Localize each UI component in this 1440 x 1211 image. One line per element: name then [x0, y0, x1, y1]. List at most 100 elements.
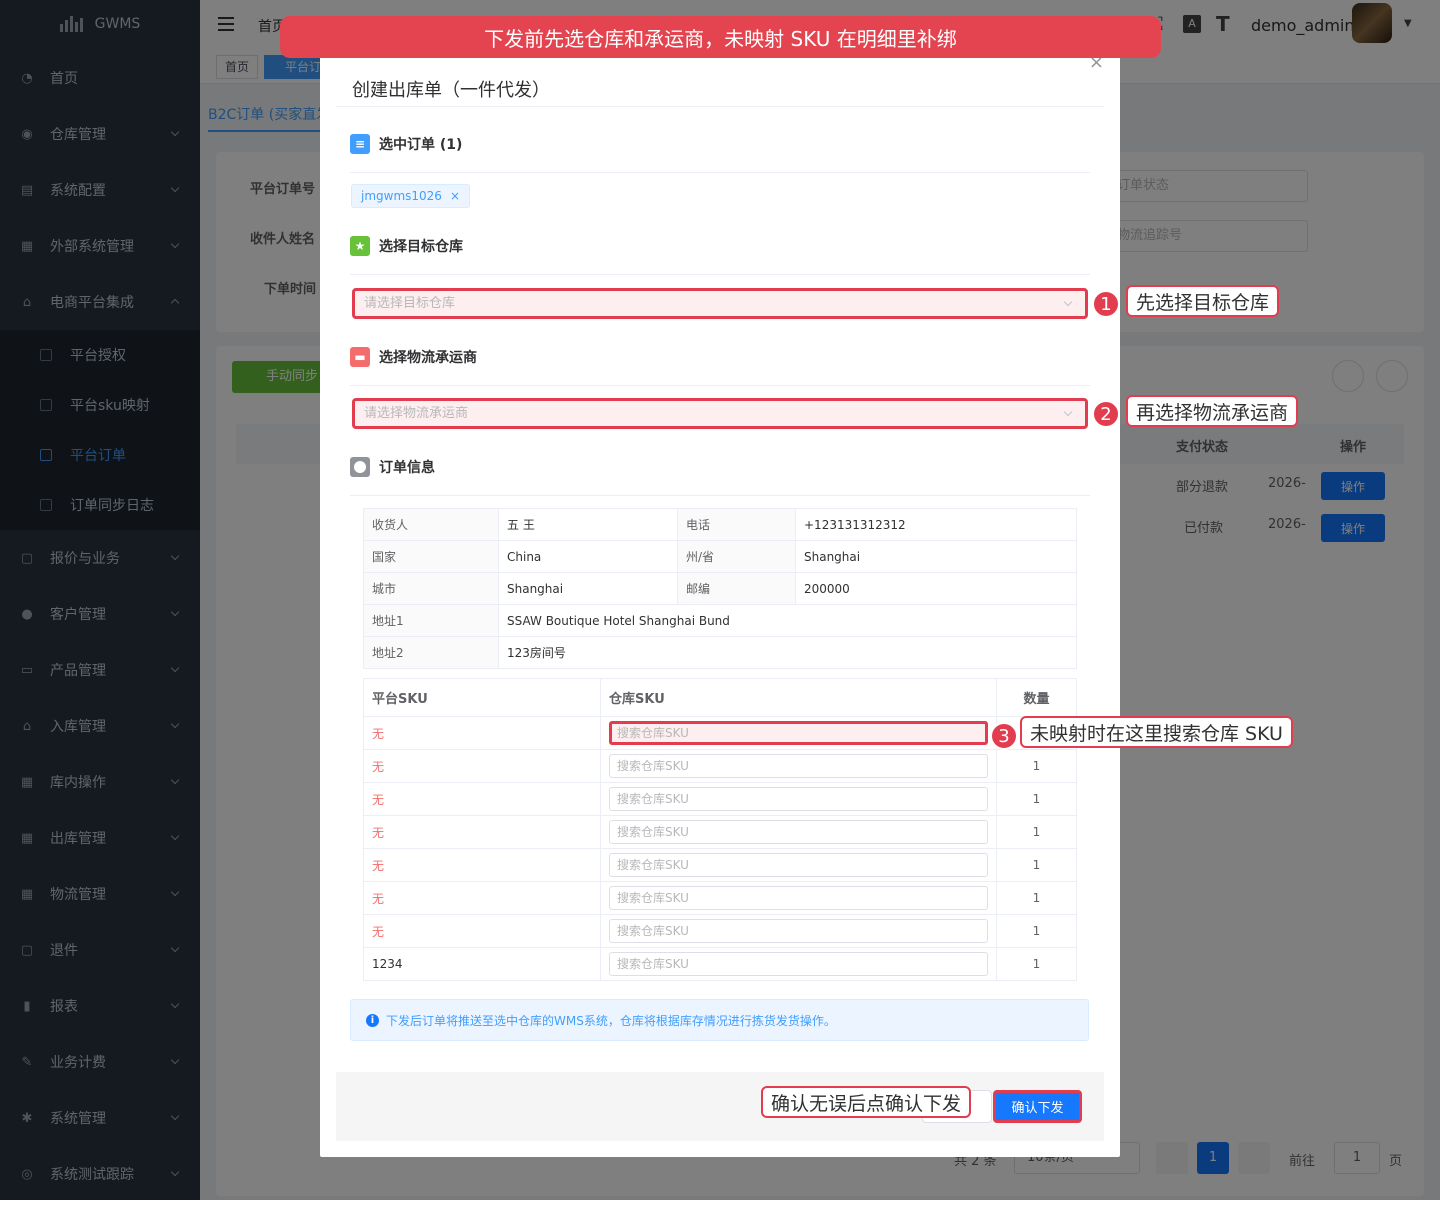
warehouse-sku-placeholder: 搜索仓库SKU: [617, 858, 689, 872]
dispatch-notice: i 下发后订单将推送至选中仓库的WMS系统，仓库将根据库存情况进行拣货发货操作。: [350, 999, 1089, 1041]
chevron-down-icon: [1063, 297, 1073, 307]
dialog-title: 创建出库单（一件代发）: [352, 80, 550, 101]
platform-sku-cell: 无: [363, 782, 601, 816]
sku-row: 无 搜索仓库SKU 1: [363, 782, 1077, 816]
warehouse-sku-cell: 搜索仓库SKU: [600, 749, 997, 783]
carrier-select[interactable]: 请选择物流承运商: [352, 398, 1088, 429]
section-title: 选择物流承运商: [379, 350, 477, 366]
warehouse-sku-cell: 搜索仓库SKU: [600, 881, 997, 915]
zip-value: 200000: [795, 572, 1077, 605]
step-1-marker: 1: [1092, 290, 1120, 318]
quantity-cell: 1: [996, 749, 1077, 783]
warehouse-sku-cell: 搜索仓库SKU: [600, 815, 997, 849]
confirm-dispatch-button[interactable]: 确认下发: [993, 1090, 1082, 1123]
warehouse-sku-search-input[interactable]: 搜索仓库SKU: [609, 721, 988, 745]
zip-label: 邮编: [677, 572, 796, 605]
warehouse-sku-placeholder: 搜索仓库SKU: [617, 891, 689, 905]
divider: [350, 385, 1090, 386]
instruction-banner: 下发前先选仓库和承运商，未映射 SKU 在明细里补绑: [280, 16, 1161, 58]
platform-sku-cell: 无: [363, 815, 601, 849]
sku-row: 无 搜索仓库SKU: [363, 716, 1077, 750]
warehouse-sku-placeholder: 搜索仓库SKU: [617, 726, 689, 740]
section-title: 选中订单 (1): [379, 137, 463, 153]
col-warehouse-sku: 仓库SKU: [600, 678, 997, 717]
warehouse-sku-search-input[interactable]: 搜索仓库SKU: [609, 853, 988, 877]
warehouse-select[interactable]: 请选择目标仓库: [352, 288, 1088, 319]
platform-sku-cell: 无: [363, 848, 601, 882]
carrier-placeholder: 请选择物流承运商: [364, 406, 469, 421]
warehouse-sku-placeholder: 搜索仓库SKU: [617, 825, 689, 839]
divider: [350, 274, 1090, 275]
warehouse-sku-placeholder: 搜索仓库SKU: [617, 924, 689, 938]
info-circle-icon: [350, 457, 370, 477]
warehouse-sku-cell: 搜索仓库SKU: [600, 782, 997, 816]
warehouse-sku-search-input[interactable]: 搜索仓库SKU: [609, 886, 988, 910]
quantity-cell: 1: [996, 815, 1077, 849]
col-platform-sku: 平台SKU: [363, 678, 601, 717]
divider: [350, 172, 1090, 173]
section-order-info: 订单信息: [350, 457, 435, 477]
city-label: 城市: [363, 572, 499, 605]
warehouse-sku-cell: 搜索仓库SKU: [600, 848, 997, 882]
address2-value: 123房间号: [498, 636, 1077, 669]
step-3-callout: 未映射时在这里搜索仓库 SKU: [1020, 716, 1293, 748]
info-icon: i: [366, 1013, 379, 1027]
platform-sku-cell: 无: [363, 716, 601, 750]
chevron-down-icon: [1063, 407, 1073, 417]
country-value: China: [498, 540, 678, 573]
phone-label: 电话: [677, 508, 796, 541]
quantity-cell: 1: [996, 782, 1077, 816]
confirm-label: 确认下发: [1011, 1101, 1064, 1116]
state-label: 州/省: [677, 540, 796, 573]
quantity-cell: 1: [996, 947, 1077, 981]
warehouse-sku-search-input[interactable]: 搜索仓库SKU: [609, 754, 988, 778]
quantity-cell: 1: [996, 914, 1077, 948]
sku-row: 无 搜索仓库SKU 1: [363, 848, 1077, 882]
address2-label: 地址2: [363, 636, 499, 669]
section-target-warehouse: ★ 选择目标仓库: [350, 236, 463, 256]
city-value: Shanghai: [498, 572, 678, 605]
sku-row: 1234 搜索仓库SKU 1: [363, 947, 1077, 981]
warehouse-sku-cell: 搜索仓库SKU: [600, 914, 997, 948]
section-title: 选择目标仓库: [379, 239, 463, 255]
sku-row: 无 搜索仓库SKU 1: [363, 881, 1077, 915]
warehouse-sku-search-input[interactable]: 搜索仓库SKU: [609, 919, 988, 943]
warehouse-sku-placeholder: 搜索仓库SKU: [617, 957, 689, 971]
warehouse-sku-search-input[interactable]: 搜索仓库SKU: [609, 952, 988, 976]
sku-table: 平台SKU 仓库SKU 数量 无搜索仓库SKU 无搜索仓库SKU 1 无搜索仓库SKU…: [363, 678, 1077, 981]
sku-row: 无 搜索仓库SKU 1: [363, 914, 1077, 948]
address1-value: SSAW Boutique Hotel Shanghai Bund: [498, 604, 1077, 637]
document-icon: ≡: [350, 134, 370, 154]
divider: [350, 495, 1090, 496]
order-chip-label: jmgwms1026: [361, 189, 442, 203]
warehouse-sku-search-input[interactable]: 搜索仓库SKU: [609, 787, 988, 811]
platform-sku-cell: 无: [363, 914, 601, 948]
close-icon[interactable]: ×: [450, 189, 460, 203]
warehouse-sku-cell: 搜索仓库SKU: [600, 947, 997, 981]
warehouse-sku-placeholder: 搜索仓库SKU: [617, 759, 689, 773]
phone-value: +123131312312: [795, 508, 1077, 541]
warehouse-sku-cell: 搜索仓库SKU: [600, 716, 997, 750]
country-label: 国家: [363, 540, 499, 573]
star-icon: ★: [350, 236, 370, 256]
step-3-marker: 3: [990, 722, 1018, 750]
create-outbound-dialog: 创建出库单（一件代发） × ≡ 选中订单 (1) jmgwms1026 × ★ 选…: [320, 42, 1120, 1157]
recipient-label: 收货人: [363, 508, 499, 541]
step-4-callout: 确认无误后点确认下发: [761, 1086, 972, 1118]
warehouse-sku-search-input[interactable]: 搜索仓库SKU: [609, 820, 988, 844]
step-2-callout: 再选择物流承运商: [1126, 395, 1299, 427]
recipient-value: 五 王: [498, 508, 678, 541]
state-value: Shanghai: [795, 540, 1077, 573]
platform-sku-cell: 无: [363, 881, 601, 915]
sku-row: 无 搜索仓库SKU 1: [363, 815, 1077, 849]
platform-sku-cell: 无: [363, 749, 601, 783]
quantity-cell: 1: [996, 848, 1077, 882]
order-info-table: 收货人 五 王 电话 +123131312312 国家 China 州/省 Sh…: [363, 508, 1077, 669]
platform-sku-cell: 1234: [363, 947, 601, 981]
truck-icon: ▬: [350, 347, 370, 367]
section-selected-orders: ≡ 选中订单 (1): [350, 134, 462, 154]
dialog-header-divider: [336, 106, 1104, 107]
col-quantity: 数量: [996, 678, 1077, 717]
notice-text: 下发后订单将推送至选中仓库的WMS系统，仓库将根据库存情况进行拣货发货操作。: [386, 1013, 836, 1028]
sku-row: 无 搜索仓库SKU 1: [363, 749, 1077, 783]
